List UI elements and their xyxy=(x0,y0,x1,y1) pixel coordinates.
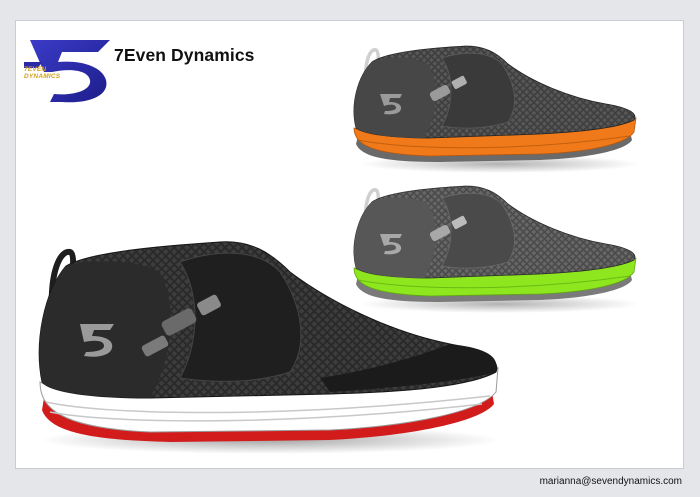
contact-email: marianna@sevendynamics.com xyxy=(539,476,682,487)
brand-name: 7Even Dynamics xyxy=(114,45,255,65)
logo-wordmark: 7EVEN DYNAMICS xyxy=(24,66,61,80)
shoe-grey-orange xyxy=(353,45,640,173)
shoe-grey-lime xyxy=(353,185,640,313)
